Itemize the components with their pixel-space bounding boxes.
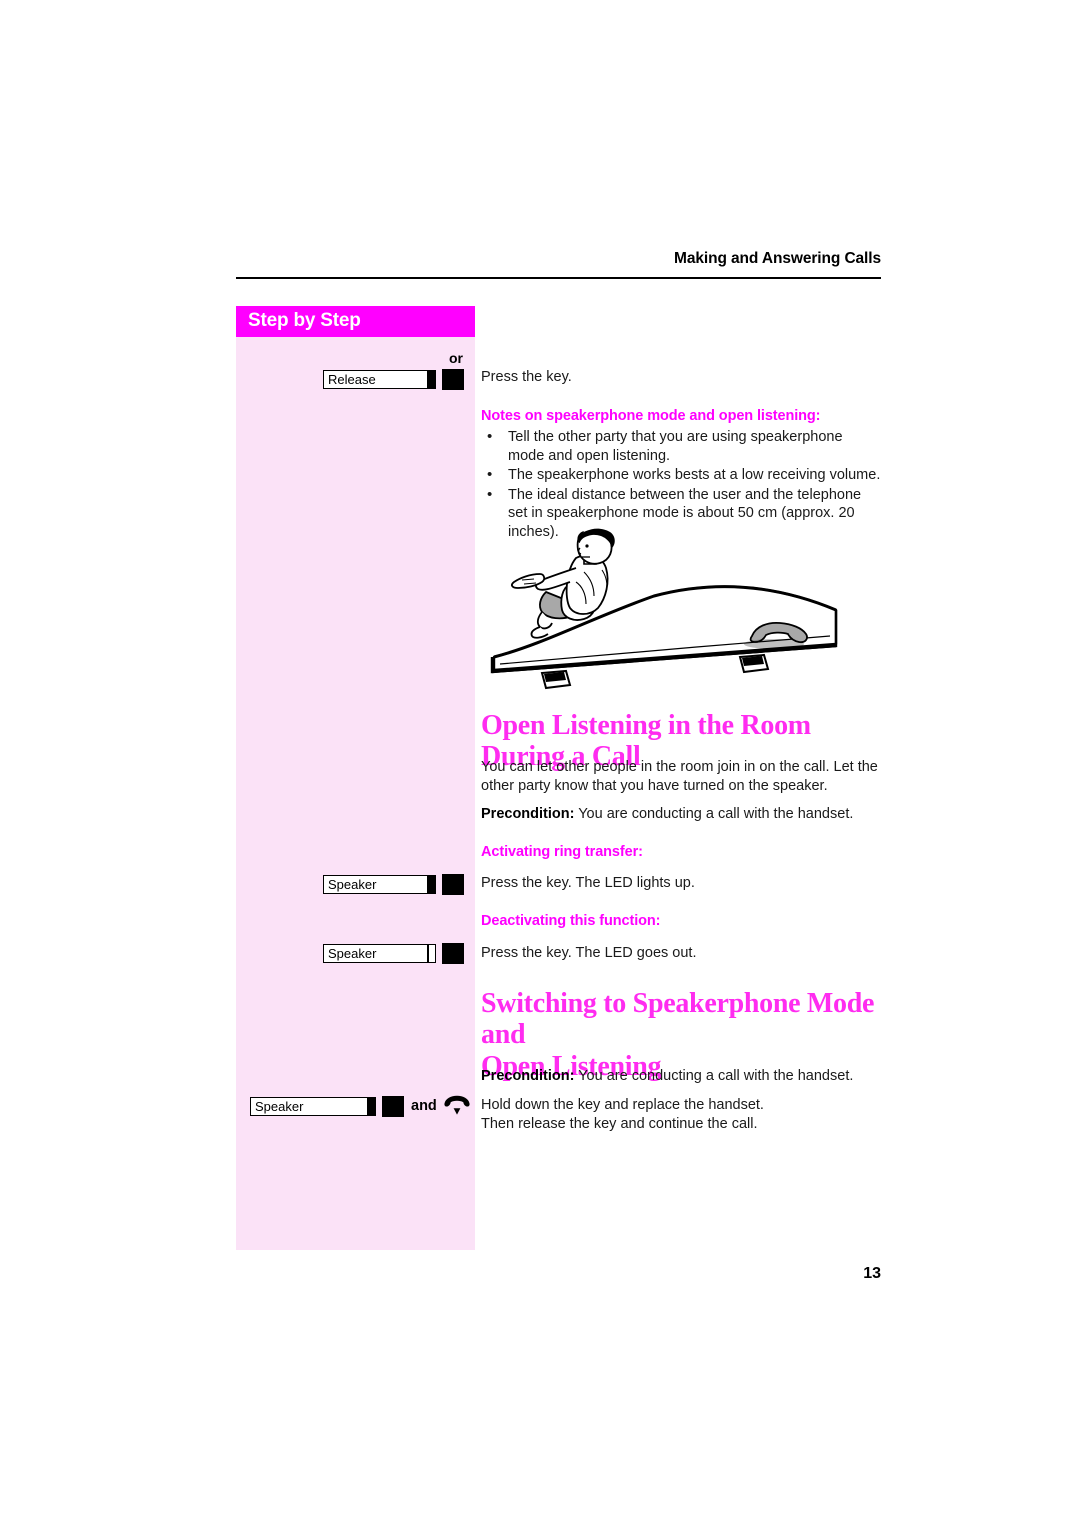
instruction-line-2: Then release the key and continue the ca… [481,1115,758,1132]
release-key-button-icon [442,369,464,390]
speaker-key-handset-label: Speaker [250,1096,368,1116]
instruction-line-1: Hold down the key and replace the handse… [481,1097,764,1113]
section-open-listening-precondition: Precondition: You are conducting a call … [481,805,881,824]
press-the-key-text: Press the key. [481,369,572,385]
section-open-listening-intro: You can let other people in the room joi… [481,759,878,794]
deactivating-function-heading: Deactivating this function: [481,913,661,929]
step-by-step-title: Step by Step [248,310,361,331]
notes-bullet-item: Tell the other party that you are using … [481,427,881,465]
notes-bullet-item: The speakerphone works bests at a low re… [481,465,881,485]
running-header-title: Making and Answering Calls [674,250,881,267]
speaker-key-activate-label: Speaker [323,875,428,894]
precondition-text: You are conducting a call with the hands… [574,806,854,822]
deactivating-function-text: Press the key. The LED goes out. [481,945,697,961]
or-label: or [449,350,463,366]
release-key-label: Release [323,370,428,389]
header-rule [236,277,881,279]
precondition-label: Precondition: [481,806,575,822]
section-switching-instructions: Hold down the key and replace the handse… [481,1096,881,1133]
document-page: Making and Answering Calls Step by Step … [0,0,1080,1528]
and-conjunction-label: and [411,1098,437,1114]
speaker-key-deactivate-graphic: Speaker [323,943,464,964]
precondition-label: Precondition: [481,1068,575,1084]
speaker-key-activate-button-icon [442,874,464,895]
speaker-key-handset-led-indicator [368,1096,376,1116]
speaker-key-activate-led-on-indicator [428,875,436,894]
activating-ring-transfer-text: Press the key. The LED lights up. [481,875,695,891]
section-switching-heading-line1: Switching to Speakerphone Mode and [481,988,875,1051]
activating-ring-transfer-heading: Activating ring transfer: [481,844,643,860]
section-switching-precondition: Precondition: You are conducting a call … [481,1067,881,1086]
speaker-key-handset-button-icon [382,1095,404,1117]
page-number: 13 [863,1265,881,1282]
speaker-key-handset-graphic: Speaker and [250,1095,472,1117]
man-sitting-on-telephone-illustration [484,524,846,694]
hang-up-handset-icon [442,1095,472,1117]
speaker-key-deactivate-led-off-indicator [428,944,436,963]
speaker-key-deactivate-label: Speaker [323,944,428,963]
notes-heading: Notes on speakerphone mode and open list… [481,408,821,424]
release-key-graphic: Release [323,369,464,390]
speaker-key-deactivate-button-icon [442,943,464,964]
precondition-text: You are conducting a call with the hands… [574,1068,854,1084]
release-key-led-indicator [428,370,436,389]
speaker-key-activate-graphic: Speaker [323,874,464,895]
